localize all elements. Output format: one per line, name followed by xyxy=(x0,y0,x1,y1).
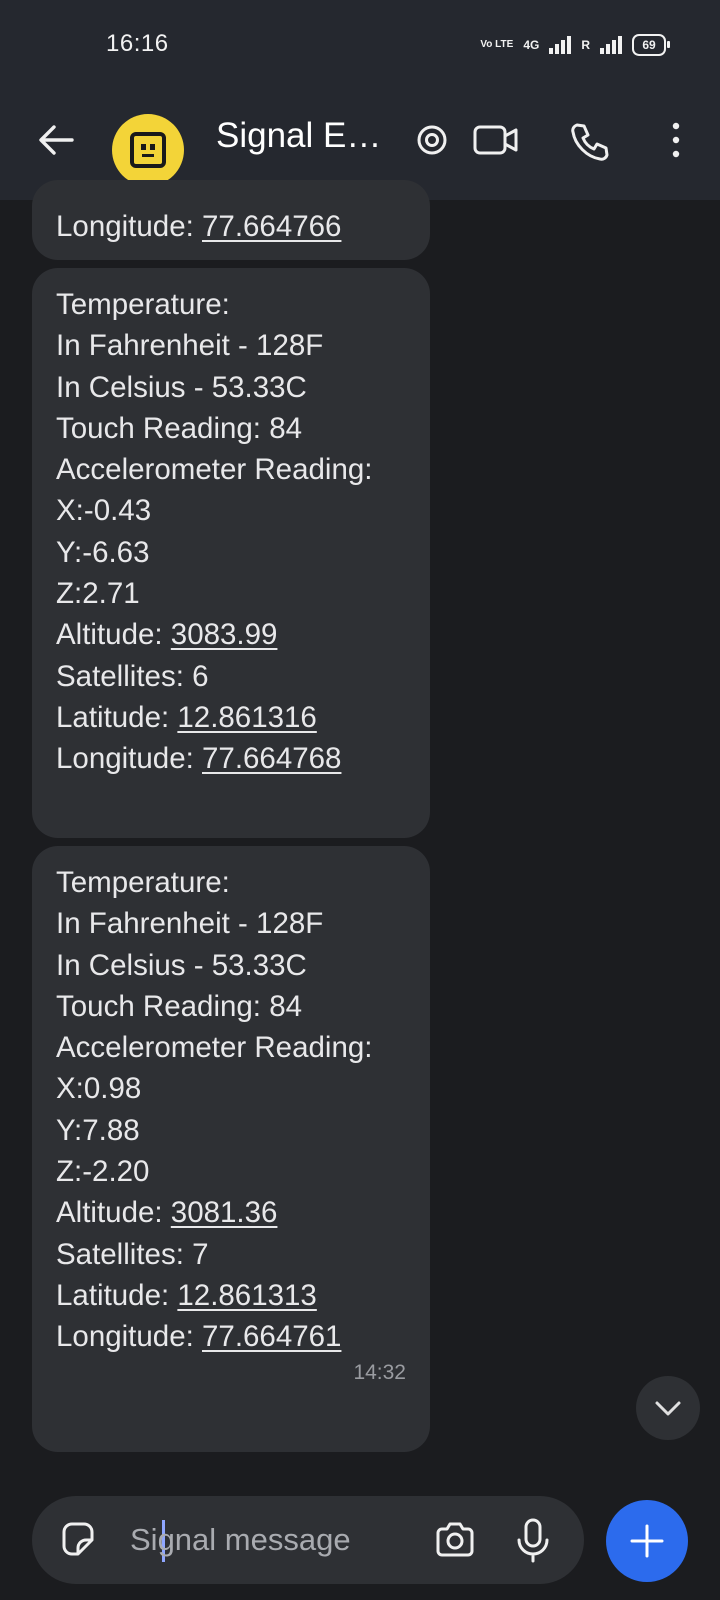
conversation-title[interactable]: Signal E… xyxy=(216,116,381,156)
message-line: X:-0.43 xyxy=(56,494,152,528)
message-line: Temperature: xyxy=(56,866,230,899)
network-type-4g: 4G xyxy=(523,38,540,52)
roaming-indicator: R xyxy=(581,38,590,52)
message-line: Accelerometer Reading: xyxy=(56,1031,373,1065)
message-line: X:0.98 xyxy=(56,1072,142,1106)
message-line: Longitude: 77.664768 xyxy=(56,742,342,776)
link-latitude[interactable]: 12.861316 xyxy=(177,701,316,734)
message-line: Longitude: 77.664761 xyxy=(56,1320,342,1354)
message-line: In Celsius - 53.33C xyxy=(56,370,307,404)
message-input[interactable] xyxy=(130,1512,430,1568)
video-camera-icon[interactable] xyxy=(472,120,520,160)
message-line: Y:-6.63 xyxy=(56,535,150,569)
message-line: In Fahrenheit - 128F xyxy=(56,329,324,363)
link-altitude[interactable]: 3081.36 xyxy=(171,1196,278,1229)
link-longitude[interactable]: 77.664761 xyxy=(202,1320,341,1353)
message-line: Touch Reading: 84 xyxy=(56,411,303,445)
message-bubble[interactable]: Temperature: In Fahrenheit - 128F In Cel… xyxy=(32,846,430,1452)
message-line: Satellites: 7 xyxy=(56,1237,209,1271)
message-composer xyxy=(32,1496,584,1584)
volte-indicator: Vo LTE xyxy=(480,39,514,50)
message-line: Z:-2.20 xyxy=(56,1155,150,1189)
message-line: In Fahrenheit - 128F xyxy=(56,907,324,941)
message-line: Accelerometer Reading: xyxy=(56,453,373,487)
link-longitude[interactable]: 77.664766 xyxy=(202,210,341,243)
link-latitude[interactable]: 12.861313 xyxy=(177,1279,316,1312)
signal-strength-icon xyxy=(549,36,572,54)
message-line: Longitude: 77.664766 xyxy=(56,210,342,243)
message-line: Altitude: 3081.36 xyxy=(56,1196,278,1230)
robot-face-icon xyxy=(130,132,166,168)
status-bar: 16:16 Vo LTE 4G R 69 xyxy=(0,0,720,92)
back-arrow-icon[interactable] xyxy=(34,118,78,162)
message-bubble[interactable]: Temperature: In Fahrenheit - 128F In Cel… xyxy=(32,268,430,838)
battery-icon: 69 xyxy=(632,34,670,56)
message-line: Y:7.88 xyxy=(56,1113,140,1147)
sticker-icon[interactable] xyxy=(56,1518,100,1562)
avatar[interactable] xyxy=(112,114,184,186)
message-line: Touch Reading: 84 xyxy=(56,989,303,1023)
scroll-to-bottom-button[interactable] xyxy=(636,1376,700,1440)
attach-button[interactable] xyxy=(606,1500,688,1582)
microphone-icon[interactable] xyxy=(510,1516,556,1564)
message-line: Latitude: 12.861313 xyxy=(56,1278,317,1312)
status-icons: Vo LTE 4G R 69 xyxy=(480,34,670,56)
link-altitude[interactable]: 3083.99 xyxy=(171,618,278,651)
message-timestamp: 14:32 xyxy=(353,1360,406,1384)
message-line: Z:2.71 xyxy=(56,577,140,611)
plus-icon xyxy=(630,1524,664,1558)
link-longitude[interactable]: 77.664768 xyxy=(202,742,341,775)
more-vertical-icon[interactable] xyxy=(656,120,696,160)
camera-icon[interactable] xyxy=(432,1518,478,1564)
message-line: Temperature: xyxy=(56,288,230,321)
message-line: Latitude: 12.861316 xyxy=(56,700,317,734)
chevron-down-icon xyxy=(655,1401,681,1416)
phone-icon[interactable] xyxy=(568,120,612,164)
message-line: Satellites: 6 xyxy=(56,659,209,693)
message-bubble[interactable]: Longitude: 77.664766 xyxy=(32,180,430,260)
message-line: In Celsius - 53.33C xyxy=(56,948,307,982)
status-time: 16:16 xyxy=(106,30,169,57)
at-sign-icon[interactable] xyxy=(412,120,452,160)
signal-strength-icon xyxy=(600,36,622,54)
message-line: Altitude: 3083.99 xyxy=(56,618,278,652)
